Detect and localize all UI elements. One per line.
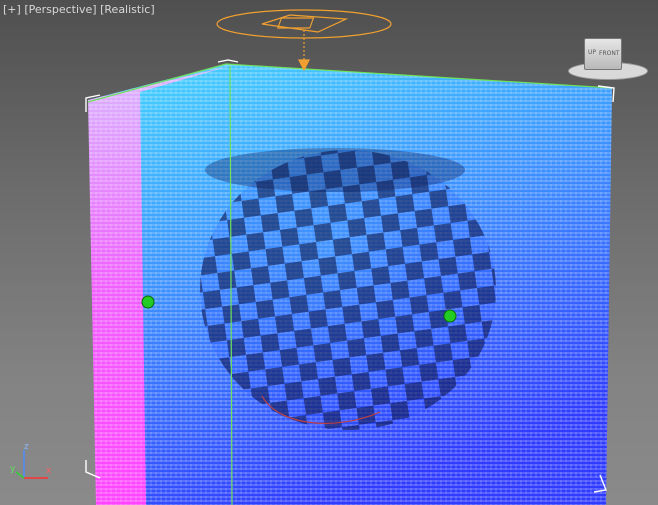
viewcube-front-label: FRONT: [599, 50, 620, 57]
viewcube-face[interactable]: UP FRONT: [584, 38, 622, 70]
3d-viewport[interactable]: [+] [Perspective] [Realistic] UP FRONT z…: [0, 0, 658, 505]
scene-canvas[interactable]: [0, 0, 658, 505]
axis-z-label: z: [24, 442, 29, 452]
viewcube[interactable]: UP FRONT: [568, 38, 648, 82]
light-gizmo[interactable]: [216, 9, 392, 72]
viewport-pov-menu[interactable]: [Perspective]: [24, 3, 96, 16]
viewcube-up-label: UP: [588, 49, 597, 56]
axis-tripod: z x y: [8, 442, 58, 487]
axis-y-label: y: [10, 464, 16, 474]
viewport-label-menu: [+] [Perspective] [Realistic]: [3, 3, 155, 16]
viewport-shading-menu[interactable]: [Realistic]: [100, 3, 155, 16]
axis-x-label: x: [46, 466, 52, 476]
control-point-right[interactable]: [443, 309, 457, 323]
control-point-left[interactable]: [141, 295, 155, 309]
viewport-general-menu[interactable]: [+]: [3, 3, 21, 16]
